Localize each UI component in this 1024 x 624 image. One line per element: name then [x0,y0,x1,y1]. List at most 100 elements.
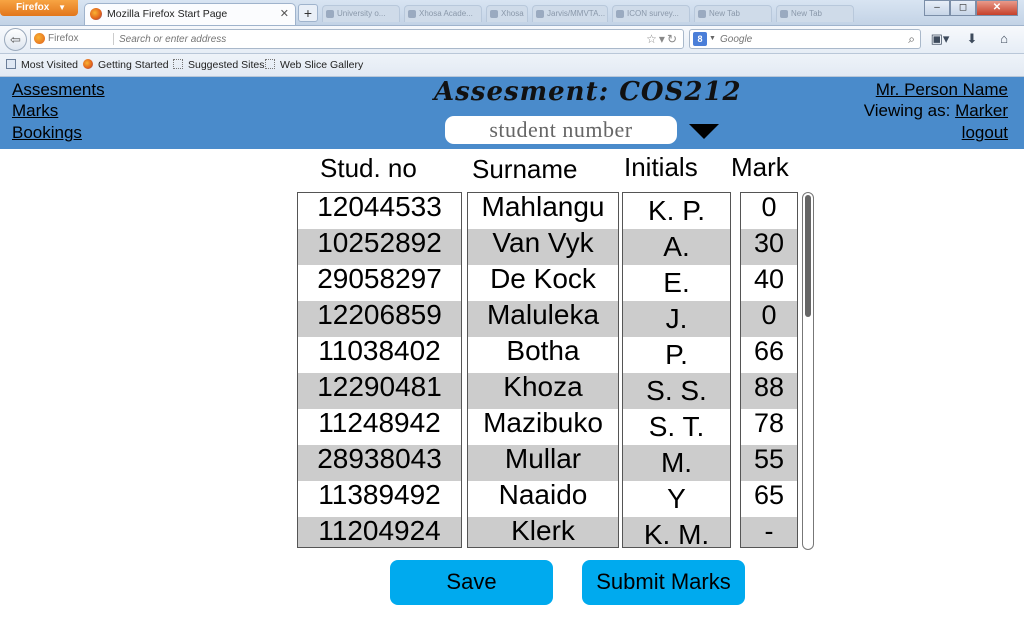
student-number-select[interactable]: student number [445,116,677,144]
surname-cell: Mazibuko [483,407,603,438]
bookmarks-toolbar: Most Visited Getting Started Suggested S… [0,54,1024,77]
surname-cell: Van Vyk [468,229,618,265]
mark-input[interactable]: 55 [741,445,797,481]
save-button[interactable]: Save [390,560,553,605]
surname-column: Mahlangu Van Vyk De Kock Maluleka Botha … [467,192,619,548]
chevron-down-icon[interactable] [689,124,719,139]
initials-cell: A. [623,229,730,265]
firefox-menu-button[interactable]: Firefox ▼ [0,0,78,16]
stud-no-column: 12044533 10252892 29058297 12206859 1103… [297,192,462,548]
minimize-button[interactable]: – [924,0,950,16]
background-tab[interactable]: New Tab [694,5,772,22]
initials-cell: M. [623,445,730,481]
column-header-surname: Surname [472,154,578,184]
bookmark-web-slice-gallery[interactable]: Web Slice Gallery [265,54,363,76]
initials-column: K. P. A. E. J. P. S. S. S. T. M. Y K. M. [622,192,731,548]
site-identity[interactable]: Firefox [34,30,79,48]
page-title: Assesment: COS212 [434,77,742,107]
nav-link-assessments[interactable]: Assesments [12,80,105,100]
maximize-button[interactable]: ◻ [950,0,976,16]
mark-input[interactable]: 0 [741,193,797,229]
initials-cell: S. S. [623,373,730,409]
mark-input[interactable]: 66 [741,337,797,373]
address-bar[interactable]: Firefox ☆▾↻ [30,29,684,49]
table-scrollbar[interactable] [802,192,814,550]
stud-no-cell: 12044533 [317,192,442,222]
back-arrow-icon[interactable]: ⇦ [4,28,27,51]
surname-cell: Khoza [468,373,618,409]
search-icon[interactable]: ⌕ [908,30,915,48]
scrollbar-thumb[interactable] [805,195,811,317]
nav-link-bookings[interactable]: Bookings [12,123,82,143]
column-header-mark: Mark [731,152,789,182]
bookmark-suggested-sites[interactable]: Suggested Sites [173,54,264,76]
user-name-link[interactable]: Mr. Person Name [876,80,1008,100]
mark-input[interactable]: 30 [741,229,797,265]
background-tab[interactable]: University o... [322,5,400,22]
mark-input[interactable]: 65 [741,481,797,517]
window-controls: – ◻ ✕ [924,0,1018,16]
background-tab[interactable]: Xhosa Acade... [404,5,482,22]
column-header-initials: Initials [624,152,698,182]
logout-link[interactable]: logout [962,123,1008,143]
mark-column: 0 30 40 0 66 88 78 55 65 - [740,192,798,548]
divider [113,33,114,45]
stud-no-cell: 11204924 [298,517,461,547]
search-input[interactable] [720,31,890,47]
background-tab[interactable]: New Tab [776,5,854,22]
firefox-icon [90,8,102,20]
stud-no-cell: 11248942 [318,407,441,438]
navigation-toolbar: ⇦ Firefox ☆▾↻ 8 ▼ ⌕ ▣▾ ⬇ ⌂ [0,26,1024,54]
surname-cell: Botha [506,335,580,366]
bookmarks-menu-icon[interactable]: ▣▾ [928,30,952,48]
browser-tab-bar: Firefox ▼ Mozilla Firefox Start Page ✕ + … [0,0,1024,26]
download-icon[interactable]: ⬇ [960,30,984,48]
toolbar-icons: ▣▾ ⬇ ⌂ [928,30,1016,48]
role-link[interactable]: Marker [955,101,1008,120]
stud-no-cell: 29058297 [317,263,442,294]
stud-no-cell: 11038402 [318,335,441,366]
surname-cell: Mullar [468,445,618,481]
url-input[interactable] [119,31,639,47]
mark-input[interactable]: 0 [741,301,797,337]
home-icon[interactable]: ⌂ [992,30,1016,48]
column-header-stud-no: Stud. no [320,153,417,183]
nav-link-marks[interactable]: Marks [12,101,58,121]
background-tab[interactable]: Xhosa [486,5,528,22]
chevron-down-icon[interactable]: ▼ [709,30,716,48]
mark-input[interactable]: 78 [741,409,797,445]
initials-cell: J. [623,301,730,337]
stud-no-cell: 10252892 [298,229,461,265]
chevron-down-icon: ▼ [58,3,66,12]
mark-input[interactable]: 88 [741,373,797,409]
surname-cell: Naaido [498,479,588,510]
initials-cell: K. M. [623,517,730,547]
background-tab[interactable]: Jarvis/MMVTA... [532,5,608,22]
tab-start-page[interactable]: Mozilla Firefox Start Page ✕ [84,3,296,25]
close-window-button[interactable]: ✕ [976,0,1018,16]
search-bar[interactable]: 8 ▼ ⌕ [689,29,921,49]
stud-no-cell: 28938043 [298,445,461,481]
stud-no-cell: 11389492 [318,479,441,510]
background-tab[interactable]: ICON survey... [612,5,690,22]
surname-cell: De Kock [490,263,596,294]
viewing-as-label: Viewing as: [863,101,951,120]
bookmark-getting-started[interactable]: Getting Started [83,54,169,76]
initials-cell: P. [665,339,688,370]
bookmark-star-icon[interactable]: ☆▾↻ [646,30,679,48]
surname-cell: Klerk [468,517,618,547]
bookmark-most-visited[interactable]: Most Visited [6,54,78,76]
new-tab-button[interactable]: + [298,4,318,22]
surname-cell: Maluleka [468,301,618,337]
initials-cell: E. [663,267,690,298]
initials-cell: Y [667,483,686,514]
search-engine-icon[interactable]: 8 [693,32,707,46]
submit-marks-button[interactable]: Submit Marks [582,560,745,605]
initials-cell: K. P. [647,195,706,226]
viewing-as: Viewing as: Marker [864,101,1008,121]
close-tab-icon[interactable]: ✕ [280,4,289,24]
initials-cell: S. T. [648,411,705,442]
mark-input[interactable]: 40 [741,265,797,301]
app-header: Assesments Marks Bookings Assesment: COS… [0,77,1024,149]
mark-input[interactable]: - [741,517,797,547]
